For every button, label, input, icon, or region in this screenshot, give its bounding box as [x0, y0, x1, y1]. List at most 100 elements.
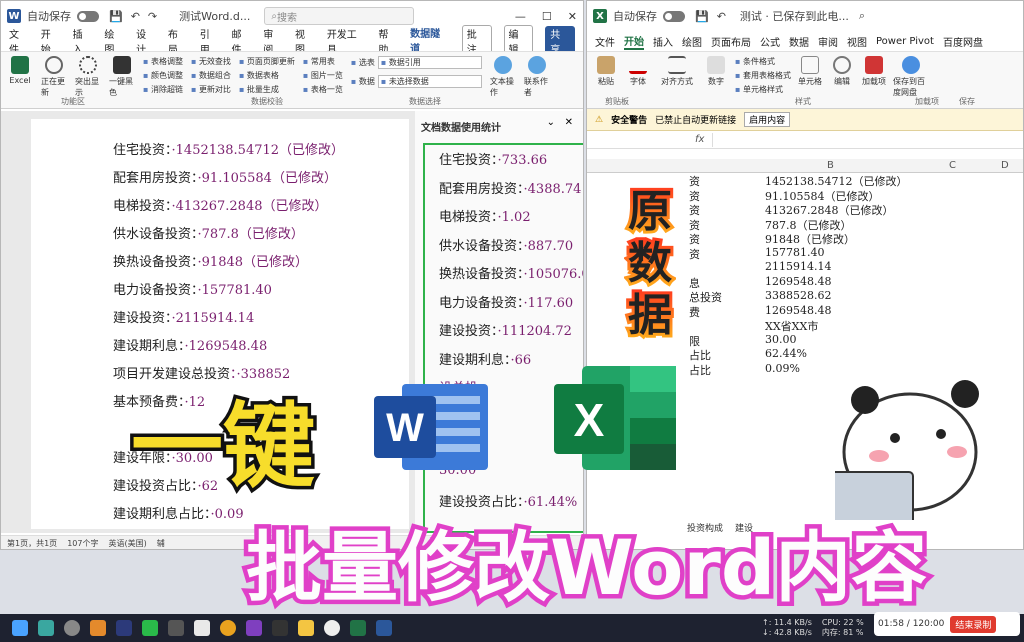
ribbon-item[interactable]: 颜色调整 [143, 70, 183, 81]
pane-line: 建设期利息：·66 [439, 349, 531, 368]
app-icon[interactable] [272, 620, 288, 636]
undo-icon[interactable]: ↶ [717, 10, 726, 23]
cell-b[interactable]: 1269548.48 [765, 275, 831, 288]
data-select[interactable]: 未选择数据 [377, 75, 482, 88]
number-button[interactable]: 数字 [703, 56, 729, 87]
group-label-addins: 加载项 [915, 97, 939, 106]
save-icon[interactable]: 💾 [695, 10, 709, 23]
cell-b[interactable]: 2115914.14 [765, 260, 831, 273]
source-select[interactable]: 数据引用 [377, 56, 482, 69]
column-header[interactable]: C [949, 160, 956, 171]
excel-menu-item[interactable]: 百度网盘 [943, 34, 983, 49]
pane-collapse-icon[interactable]: ⌄ [547, 117, 555, 128]
gear-icon[interactable] [64, 620, 80, 636]
cells-button[interactable]: 单元格 [797, 56, 823, 87]
net-up: ↑: 11.4 KB/s [762, 618, 812, 627]
cond-format-item[interactable]: 条件格式 [735, 56, 791, 67]
ribbon-item[interactable]: 页面页脚更新 [239, 56, 295, 67]
search-icon[interactable]: ⌕ [859, 9, 865, 23]
yuan-char: 原 [628, 186, 672, 237]
save-icon[interactable]: 💾 [109, 10, 123, 23]
excel-menu-item[interactable]: 插入 [653, 34, 673, 49]
cell-b[interactable]: 62.44% [765, 347, 807, 360]
paste-button[interactable]: 粘贴 [593, 56, 619, 87]
pane-line-value: ·4388.74 [523, 181, 582, 197]
text-op-button[interactable]: 文本操作 [490, 56, 516, 98]
warning-text: 已禁止自动更新链接 [655, 116, 737, 126]
align-button[interactable]: 对齐方式 [657, 56, 697, 87]
excel-button[interactable]: Excel [7, 56, 33, 85]
excel-menu-item[interactable]: 审阅 [818, 34, 838, 49]
status-words: 107个字 [67, 539, 99, 548]
minimize-icon[interactable]: — [515, 10, 526, 23]
cell-a[interactable]: 占比 [689, 362, 711, 378]
ribbon-item[interactable]: 表格一览 [303, 84, 343, 95]
excel-menu-item[interactable]: 文件 [595, 34, 615, 49]
column-header[interactable]: B [827, 160, 834, 171]
word-search-box[interactable]: ⌕ 搜索 [264, 7, 415, 25]
net-speed: ↑: 11.4 KB/s ↓: 42.8 KB/s [762, 618, 812, 638]
stop-recording-button[interactable]: 结束录制 [950, 615, 997, 633]
formula-input[interactable] [712, 132, 1023, 147]
vs-icon[interactable] [246, 620, 262, 636]
cell-b[interactable]: 0.09% [765, 362, 800, 375]
doc-line: 住宅投资：·1452138.54712（已修改） [113, 139, 344, 158]
save-baidu-button[interactable]: 保存到百度网盘 [893, 56, 929, 98]
doc-line: 换热设备投资：·91848（已修改） [113, 251, 308, 270]
pane-close-icon[interactable]: ✕ [565, 117, 573, 128]
enable-content-button[interactable]: 启用内容 [744, 112, 791, 127]
ribbon-item[interactable]: 批量生成 [239, 84, 295, 95]
qq-icon[interactable] [324, 620, 340, 636]
maximize-icon[interactable]: ☐ [542, 10, 552, 23]
excel-autosave-toggle[interactable] [663, 10, 685, 22]
app-icon[interactable] [194, 620, 210, 636]
start-icon[interactable] [12, 620, 28, 636]
ribbon-item[interactable]: 无效查找 [191, 56, 231, 67]
excel-menu-item[interactable]: 绘图 [682, 34, 702, 49]
data-select-group: 选表数据引用 数据未选择数据 [351, 56, 482, 88]
undo-icon[interactable]: ↶ [131, 10, 140, 23]
ribbon-item[interactable]: 更新对比 [191, 84, 231, 95]
cell-a[interactable]: 费 [689, 304, 700, 320]
doc-line-value: ·787.8（已修改） [197, 227, 304, 242]
app-icon[interactable] [168, 620, 184, 636]
excel-menu-item[interactable]: 视图 [847, 34, 867, 49]
close-icon[interactable]: ✕ [568, 10, 577, 23]
wechat-icon[interactable] [142, 620, 158, 636]
cell-a[interactable]: 资 [689, 246, 700, 262]
ribbon-item[interactable]: 消除超链 [143, 84, 183, 95]
cell-style-item[interactable]: 单元格样式 [735, 84, 791, 95]
ribbon-item[interactable]: 常用表 [303, 56, 343, 67]
cell-b[interactable]: 157781.40 [765, 246, 825, 259]
ribbon-item[interactable]: 表格调整 [143, 56, 183, 67]
app-icon[interactable] [116, 620, 132, 636]
update-button[interactable]: 正在更新 [41, 56, 67, 98]
excel-menu-item[interactable]: 公式 [760, 34, 780, 49]
table-format-item[interactable]: 套用表格格式 [735, 70, 791, 81]
word-taskbar-icon[interactable] [376, 620, 392, 636]
black-color-button[interactable]: 一键黑色 [109, 56, 135, 98]
app-icon[interactable] [90, 620, 106, 636]
column-header[interactable]: D [1001, 160, 1009, 171]
folder-icon[interactable] [298, 620, 314, 636]
ribbon-item[interactable]: 图片一览 [303, 70, 343, 81]
font-button[interactable]: 字体 [625, 56, 651, 87]
excel-menu-item[interactable]: Power Pivot [876, 36, 934, 47]
word-autosave-toggle[interactable] [77, 10, 99, 22]
ribbon-item[interactable]: 数据表格 [239, 70, 295, 81]
excel-taskbar-icon[interactable] [350, 620, 366, 636]
cell-b[interactable]: 3388528.62 [765, 289, 831, 302]
highlight-button[interactable]: 突出显示 [75, 56, 101, 98]
edit-button[interactable]: 编辑 [829, 56, 855, 87]
app-icon[interactable] [38, 620, 54, 636]
chrome-icon[interactable] [220, 620, 236, 636]
addins-button[interactable]: 加载项 [861, 56, 887, 87]
redo-icon[interactable]: ↷ [148, 10, 157, 23]
contact-author-button[interactable]: 联系作者 [524, 56, 550, 98]
excel-menu-item[interactable]: 数据 [789, 34, 809, 49]
cell-b[interactable]: 1269548.48 [765, 304, 831, 317]
excel-menu-item-active[interactable]: 开始 [624, 33, 644, 50]
excel-menu-item[interactable]: 页面布局 [711, 34, 751, 49]
cell-b[interactable]: 30.00 [765, 333, 797, 346]
ribbon-item[interactable]: 数据组合 [191, 70, 231, 81]
